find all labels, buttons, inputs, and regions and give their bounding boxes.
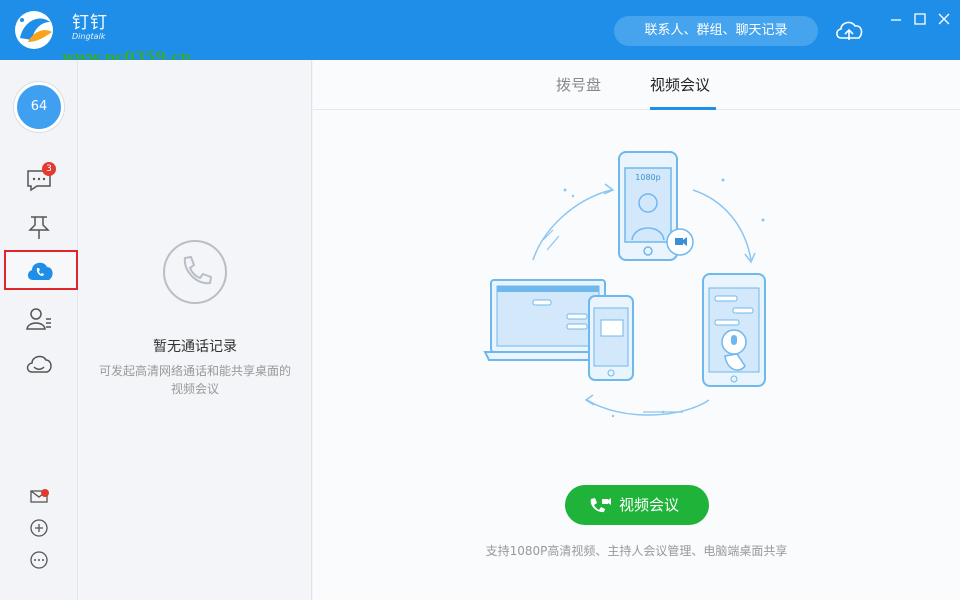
sidebar-item-messages[interactable]: 3	[0, 160, 78, 200]
minimize-icon[interactable]	[886, 10, 906, 28]
start-video-meeting-button[interactable]: 视频会议	[565, 485, 709, 525]
logo-icon	[6, 8, 66, 52]
sidebar-item-calls[interactable]	[4, 250, 78, 290]
cloud-upload-icon[interactable]	[832, 14, 866, 46]
notification-dot	[41, 489, 49, 497]
tab-video-meeting[interactable]: 视频会议	[650, 74, 710, 95]
close-icon[interactable]	[934, 10, 954, 28]
tab-active-indicator	[650, 107, 716, 110]
pin-icon	[28, 216, 50, 239]
phone-outline-icon	[161, 238, 229, 306]
more-icon[interactable]	[29, 550, 49, 570]
cloud-icon	[26, 355, 52, 373]
sidebar-item-pin[interactable]	[0, 206, 78, 246]
maximize-icon[interactable]	[910, 10, 930, 28]
video-button-label: 视频会议	[619, 496, 680, 514]
phone-icon	[27, 262, 53, 280]
sidebar: 64 3	[0, 60, 78, 600]
tab-bar: 拨号盘 视频会议	[313, 60, 960, 110]
brand-name-en: Dingtalk	[72, 32, 106, 41]
empty-subtitle: 可发起高清网络通话和能共享桌面的视频会议	[98, 364, 291, 396]
video-meeting-illustration: 1080p	[483, 150, 783, 440]
main-panel: 拨号盘 视频会议 1080p 视频会议 支持1080P高清视频、主持人会议管理、…	[313, 60, 960, 600]
sidebar-item-cloud[interactable]	[0, 344, 78, 384]
tab-dialpad[interactable]: 拨号盘	[556, 74, 601, 95]
unread-badge: 3	[42, 162, 56, 176]
resolution-label: 1080p	[635, 173, 660, 182]
empty-title: 暂无通话记录	[153, 339, 237, 355]
feature-description: 支持1080P高清视频、主持人会议管理、电脑端桌面共享	[485, 544, 788, 558]
brand-name-cn: 钉钉	[72, 13, 108, 33]
contacts-icon	[26, 308, 51, 330]
sidebar-item-contacts[interactable]	[0, 298, 78, 338]
search-input[interactable]: 联系人、群组、聊天记录	[614, 16, 818, 46]
avatar[interactable]: 64	[14, 82, 64, 132]
video-call-icon	[590, 498, 611, 513]
brand: 钉钉 Dingtalk	[72, 14, 108, 41]
add-icon[interactable]	[29, 518, 49, 538]
call-records-panel: 暂无通话记录 可发起高清网络通话和能共享桌面的视频会议	[78, 60, 312, 600]
